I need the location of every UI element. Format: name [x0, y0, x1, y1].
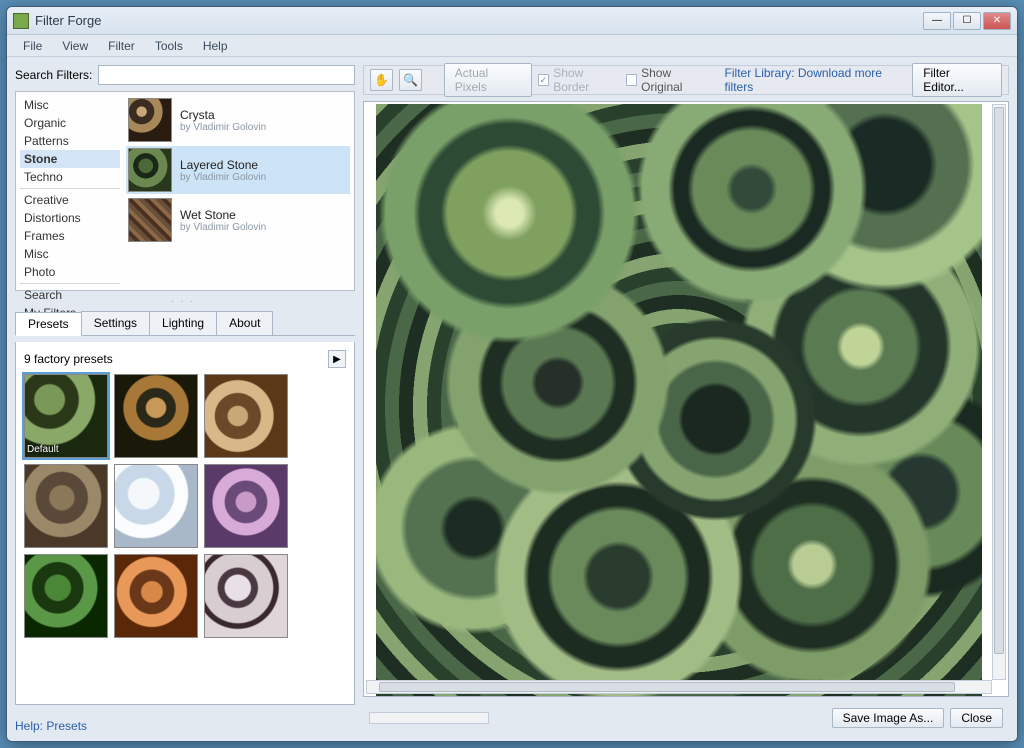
- maximize-button[interactable]: ☐: [953, 12, 981, 30]
- preset-label: Default: [27, 444, 59, 455]
- filter-item[interactable]: Wet Stoneby Vladimir Golovin: [126, 196, 350, 244]
- app-window: Filter Forge — ☐ ✕ FileViewFilterToolsHe…: [6, 6, 1018, 742]
- category-frames[interactable]: Frames: [20, 227, 120, 245]
- filter-thumbnail: [128, 198, 172, 242]
- tab-presets[interactable]: Presets: [15, 312, 82, 336]
- preset-cell[interactable]: [24, 464, 108, 548]
- preset-cell[interactable]: Default: [24, 374, 108, 458]
- preset-cell[interactable]: [204, 374, 288, 458]
- minimize-button[interactable]: —: [923, 12, 951, 30]
- filter-thumbnail: [128, 148, 172, 192]
- show-border-checkbox[interactable]: ✓Show Border: [538, 66, 620, 94]
- preview-area: [363, 101, 1009, 697]
- right-panel: ✋ 🔍 Actual Pixels ✓Show Border Show Orig…: [363, 65, 1009, 733]
- hand-tool-button[interactable]: ✋: [370, 69, 393, 91]
- bottom-bar: Save Image As... Close: [363, 703, 1009, 733]
- category-organic[interactable]: Organic: [20, 114, 120, 132]
- preset-grid: Default: [24, 374, 346, 638]
- titlebar: Filter Forge — ☐ ✕: [7, 7, 1017, 35]
- filter-editor-button[interactable]: Filter Editor...: [912, 63, 1002, 97]
- save-image-button[interactable]: Save Image As...: [832, 708, 945, 728]
- menu-filter[interactable]: Filter: [98, 37, 145, 55]
- menu-view[interactable]: View: [52, 37, 98, 55]
- preset-next-button[interactable]: ▶: [328, 350, 346, 368]
- category-misc[interactable]: Misc: [20, 96, 120, 114]
- category-patterns[interactable]: Patterns: [20, 132, 120, 150]
- filter-name: Crysta: [180, 108, 266, 122]
- filter-thumbnail: [128, 98, 172, 142]
- category-misc[interactable]: Misc: [20, 245, 120, 263]
- zoom-tool-button[interactable]: 🔍: [399, 69, 422, 91]
- tab-strip: PresetsSettingsLightingAbout: [15, 311, 355, 336]
- actual-pixels-button[interactable]: Actual Pixels: [444, 63, 532, 97]
- filter-author: by Vladimir Golovin: [180, 172, 266, 183]
- category-techno[interactable]: Techno: [20, 168, 120, 186]
- render-progress: [369, 712, 489, 724]
- tab-lighting[interactable]: Lighting: [149, 311, 217, 335]
- category-photo[interactable]: Photo: [20, 263, 120, 281]
- filter-author: by Vladimir Golovin: [180, 222, 266, 233]
- window-controls: — ☐ ✕: [923, 12, 1011, 30]
- splitter-handle[interactable]: [15, 297, 355, 305]
- filter-author: by Vladimir Golovin: [180, 122, 266, 133]
- preset-cell[interactable]: [114, 554, 198, 638]
- preview-hscrollbar[interactable]: [366, 680, 992, 694]
- help-presets-link[interactable]: Help: Presets: [15, 711, 355, 733]
- preset-cell[interactable]: [204, 554, 288, 638]
- filter-item[interactable]: Crystaby Vladimir Golovin: [126, 96, 350, 144]
- preset-cell[interactable]: [24, 554, 108, 638]
- filter-browser: MiscOrganicPatternsStoneTechnoCreativeDi…: [15, 91, 355, 291]
- menu-tools[interactable]: Tools: [145, 37, 193, 55]
- tab-about[interactable]: About: [216, 311, 273, 335]
- close-button[interactable]: ✕: [983, 12, 1011, 30]
- search-row: Search Filters:: [15, 65, 355, 85]
- category-stone[interactable]: Stone: [20, 150, 120, 168]
- left-panel: Search Filters: MiscOrganicPatternsStone…: [15, 65, 355, 733]
- menubar: FileViewFilterToolsHelp: [7, 35, 1017, 57]
- preset-cell[interactable]: [114, 464, 198, 548]
- app-icon: [13, 13, 29, 29]
- filter-library-link[interactable]: Filter Library: Download more filters: [725, 66, 907, 94]
- filter-name: Wet Stone: [180, 208, 266, 222]
- window-title: Filter Forge: [35, 13, 923, 28]
- content-area: Search Filters: MiscOrganicPatternsStone…: [7, 57, 1017, 741]
- filter-item[interactable]: Layered Stoneby Vladimir Golovin: [126, 146, 350, 194]
- menu-file[interactable]: File: [13, 37, 52, 55]
- preset-cell[interactable]: [114, 374, 198, 458]
- close-dialog-button[interactable]: Close: [950, 708, 1003, 728]
- category-creative[interactable]: Creative: [20, 191, 120, 209]
- filter-name: Layered Stone: [180, 158, 266, 172]
- preset-count-label: 9 factory presets: [24, 352, 113, 366]
- preview-vscrollbar[interactable]: [992, 104, 1006, 680]
- preset-cell[interactable]: [204, 464, 288, 548]
- preset-header: 9 factory presets ▶: [24, 350, 346, 368]
- tab-settings[interactable]: Settings: [81, 311, 150, 335]
- filter-list: Crystaby Vladimir GolovinLayered Stoneby…: [126, 96, 350, 286]
- preview-canvas[interactable]: [376, 104, 982, 697]
- menu-help[interactable]: Help: [193, 37, 238, 55]
- category-distortions[interactable]: Distortions: [20, 209, 120, 227]
- category-list: MiscOrganicPatternsStoneTechnoCreativeDi…: [20, 96, 120, 286]
- search-label: Search Filters:: [15, 68, 92, 82]
- search-input[interactable]: [98, 65, 355, 85]
- preset-panel: 9 factory presets ▶ Default: [15, 342, 355, 705]
- preview-toolbar: ✋ 🔍 Actual Pixels ✓Show Border Show Orig…: [363, 65, 1009, 95]
- show-original-checkbox[interactable]: Show Original: [626, 66, 713, 94]
